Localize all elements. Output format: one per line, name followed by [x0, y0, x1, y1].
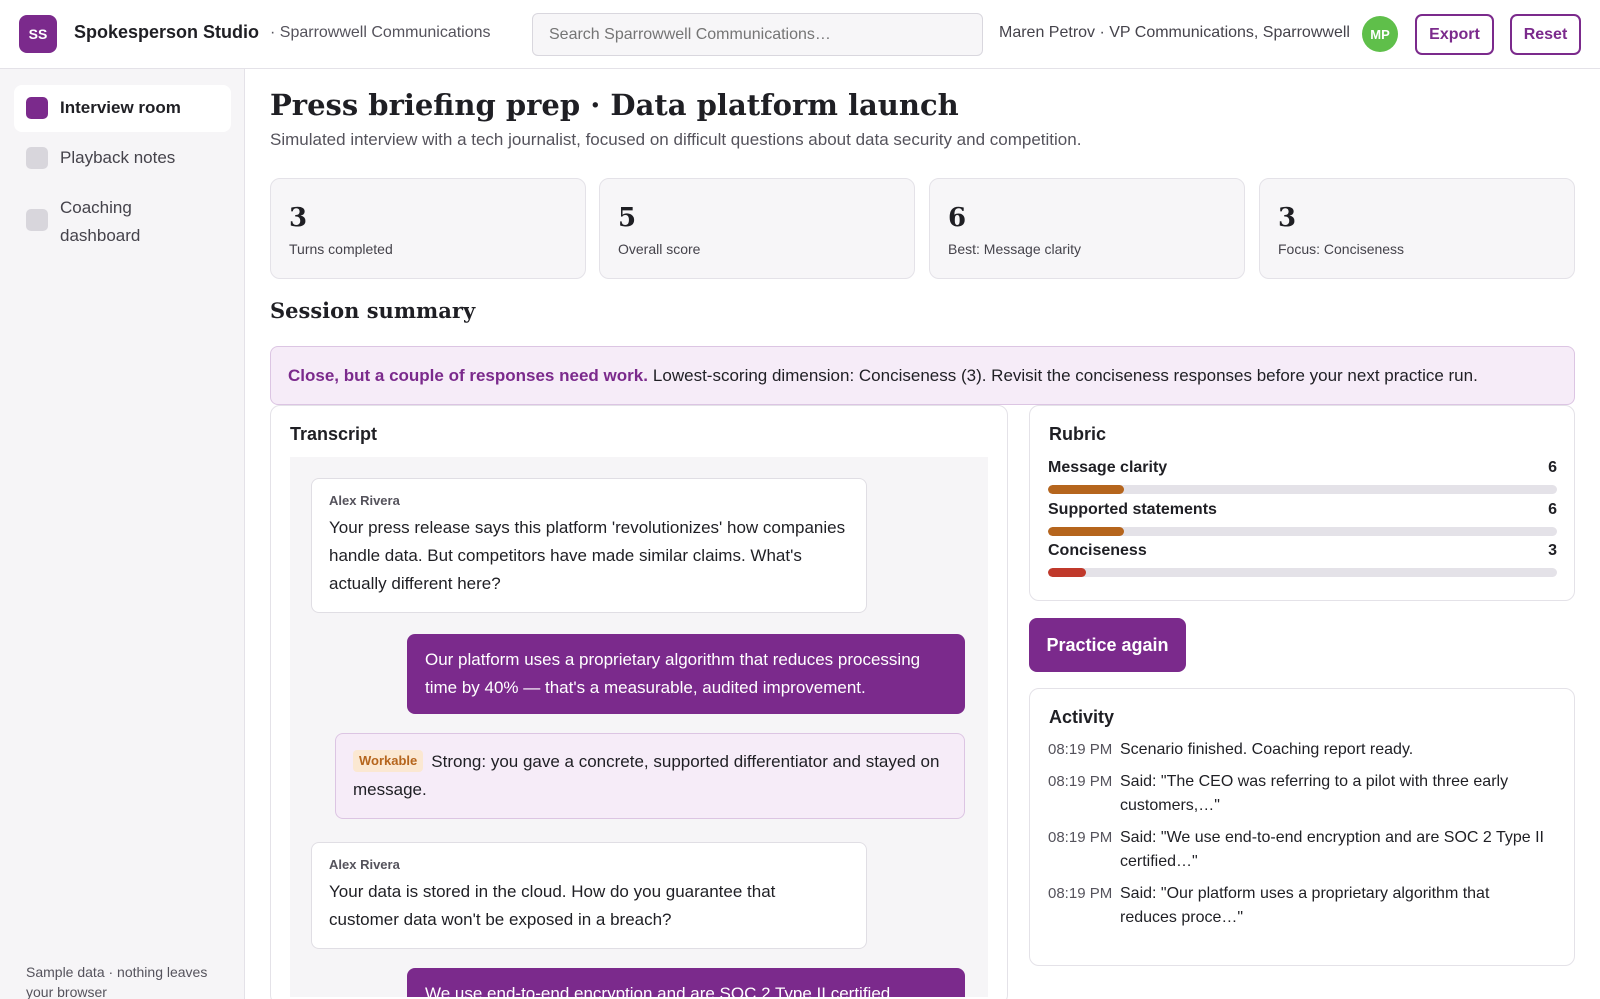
question-bubble: Alex Rivera Your press release says this… [311, 478, 867, 613]
rubric-bar-track [1048, 568, 1557, 577]
rubric-dimension: Supported statements [1048, 501, 1217, 518]
sidebar-item-coaching-dashboard[interactable]: Coaching dashboard [14, 186, 231, 254]
speaker-name: Alex Rivera [329, 493, 400, 508]
activity-text: Scenario finished. Coaching report ready… [1120, 741, 1414, 758]
search-input[interactable] [532, 13, 983, 56]
chat-log[interactable]: Alex Rivera Your press release says this… [290, 457, 988, 997]
stat-value: 3 [1278, 203, 1297, 233]
org-name: · Sparrowwell Communications [270, 24, 491, 41]
answer-bubble: We use end-to-end encryption and are SOC… [407, 968, 965, 997]
avatar[interactable]: MP [1362, 16, 1398, 52]
interview-room-icon [26, 97, 48, 119]
playback-notes-icon [26, 147, 48, 169]
sidebar-footer: Sample data · nothing leaves your browse… [26, 964, 208, 999]
app-logo: SS [19, 15, 57, 53]
activity-time: 08:19 PM [1048, 741, 1113, 758]
stat-value: 6 [948, 203, 967, 233]
sidebar-item-interview-room[interactable]: Interview room [14, 85, 231, 132]
practice-again-button[interactable]: Practice again [1029, 618, 1186, 672]
sidebar-item-label: Playback notes [60, 148, 176, 167]
rubric-bar-fill [1048, 568, 1087, 577]
banner-headline: Close, but a couple of responses need wo… [288, 365, 648, 385]
summary-banner: Close, but a couple of responses need wo… [270, 346, 1575, 405]
transcript-title: Transcript [290, 424, 378, 444]
activity-item: 08:19 PM Scenario finished. Coaching rep… [1048, 738, 1548, 762]
question-bubble: Alex Rivera Your data is stored in the c… [311, 842, 867, 949]
rubric-panel: Rubric Message clarity 6 Supported state… [1029, 405, 1575, 601]
stat-value: 5 [618, 203, 637, 233]
stat-label: Best: Message clarity [948, 241, 1082, 257]
sidebar-item-playback-notes[interactable]: Playback notes [14, 135, 231, 182]
activity-title: Activity [1049, 707, 1115, 727]
page-subtitle: Simulated interview with a tech journali… [270, 130, 1082, 149]
speaker-name: Alex Rivera [329, 857, 400, 872]
rubric-dimension: Conciseness [1048, 542, 1147, 559]
stat-value: 3 [289, 203, 308, 233]
stat-card-turns: 3 Turns completed [270, 178, 586, 279]
activity-item: 08:19 PM Said: "We use end-to-end encryp… [1048, 826, 1548, 874]
export-button[interactable]: Export [1415, 14, 1494, 55]
message-text: Your press release says this platform 'r… [329, 518, 846, 593]
stat-card-focus: 3 Focus: Conciseness [1259, 178, 1575, 279]
feedback-text: Strong: you gave a concrete, supported d… [353, 752, 940, 799]
user-label: Maren Petrov · VP Communications, Sparro… [999, 24, 1350, 41]
activity-time: 08:19 PM [1048, 885, 1113, 902]
activity-time: 08:19 PM [1048, 829, 1113, 846]
activity-text: Said: "We use end-to-end encryption and … [1120, 829, 1544, 870]
page-title: Press briefing prep · Data platform laun… [270, 88, 959, 122]
coaching-dashboard-icon [26, 209, 48, 231]
rubric-bar-fill [1048, 485, 1125, 494]
stat-card-best: 6 Best: Message clarity [929, 178, 1245, 279]
rubric-score: 6 [1548, 459, 1557, 476]
stat-card-overall-score: 5 Overall score [599, 178, 915, 279]
rubric-bar-fill [1048, 527, 1125, 536]
activity-text: Said: "The CEO was referring to a pilot … [1120, 773, 1509, 814]
top-bar: SS Spokesperson Studio · Sparrowwell Com… [0, 0, 1600, 69]
rubric-score: 3 [1548, 542, 1557, 559]
section-title-summary: Session summary [270, 298, 476, 323]
rating-badge: Workable [353, 750, 424, 772]
activity-item: 08:19 PM Said: "Our platform uses a prop… [1048, 882, 1548, 930]
transcript-panel: Transcript Alex Rivera Your press releas… [270, 405, 1008, 999]
stat-label: Turns completed [289, 241, 393, 257]
rubric-bar-track [1048, 485, 1557, 494]
reset-button[interactable]: Reset [1510, 14, 1581, 55]
rubric-bar-track [1048, 527, 1557, 536]
app-name: Spokesperson Studio [74, 22, 260, 42]
activity-item: 08:19 PM Said: "The CEO was referring to… [1048, 770, 1548, 818]
activity-text: Said: "Our platform uses a proprietary a… [1120, 885, 1490, 926]
feedback-bubble: Workable Strong: you gave a concrete, sup… [335, 733, 965, 819]
answer-bubble: Our platform uses a proprietary algorith… [407, 634, 965, 714]
sidebar: Interview room Playback notes Coaching d… [0, 69, 245, 999]
banner-text: Lowest-scoring dimension: Conciseness (3… [652, 365, 1478, 385]
stat-label: Focus: Conciseness [1278, 241, 1405, 257]
rubric-dimension: Message clarity [1048, 459, 1168, 476]
sidebar-item-label: Coaching dashboard [60, 198, 141, 245]
stat-label: Overall score [618, 241, 701, 257]
rubric-score: 6 [1548, 501, 1557, 518]
message-text: Your data is stored in the cloud. How do… [329, 882, 776, 929]
activity-time: 08:19 PM [1048, 773, 1113, 790]
activity-panel: Activity 08:19 PM Scenario finished. Coa… [1029, 688, 1575, 966]
rubric-title: Rubric [1049, 424, 1107, 444]
sidebar-item-label: Interview room [60, 98, 181, 117]
